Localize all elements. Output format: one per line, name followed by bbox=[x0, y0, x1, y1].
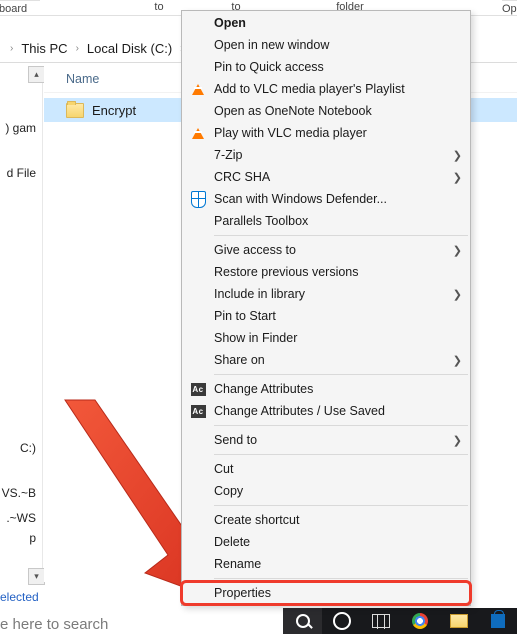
menu-item-parallels-toolbox[interactable]: Parallels Toolbox bbox=[182, 210, 470, 232]
menu-separator bbox=[214, 235, 468, 236]
vlc-icon bbox=[190, 125, 206, 141]
menu-item-windows-defender[interactable]: Scan with Windows Defender... bbox=[182, 188, 470, 210]
breadcrumb-item-thispc[interactable]: This PC bbox=[17, 39, 71, 58]
chevron-right-icon: ❯ bbox=[453, 149, 462, 162]
tree-item[interactable]: .~WS bbox=[6, 511, 36, 525]
microsoft-store-icon bbox=[491, 614, 505, 628]
menu-item-crc-sha[interactable]: CRC SHA ❯ bbox=[182, 166, 470, 188]
tree-item[interactable]: ) gam bbox=[5, 121, 36, 135]
status-bar: elected bbox=[0, 590, 39, 604]
tree-item[interactable]: p bbox=[29, 531, 36, 545]
taskbar bbox=[283, 608, 517, 634]
breadcrumb-item-drive-c[interactable]: Local Disk (C:) bbox=[83, 39, 176, 58]
menu-item-restore-previous-versions[interactable]: Restore previous versions bbox=[182, 261, 470, 283]
navigation-tree[interactable]: ▴ ) gam d File C:) VS.~B .~WS p ▾ bbox=[0, 66, 43, 576]
menu-item-vlc-add-playlist[interactable]: Add to VLC media player's Playlist bbox=[182, 78, 470, 100]
menu-item-share-on[interactable]: Share on ❯ bbox=[182, 349, 470, 371]
cortana-icon bbox=[333, 612, 351, 630]
menu-item-give-access-to[interactable]: Give access to ❯ bbox=[182, 239, 470, 261]
taskbar-app-explorer[interactable] bbox=[439, 608, 478, 634]
taskview-icon bbox=[372, 614, 390, 628]
menu-item-vlc-play[interactable]: Play with VLC media player bbox=[182, 122, 470, 144]
menu-item-7zip[interactable]: 7-Zip ❯ bbox=[182, 144, 470, 166]
menu-item-open-new-window[interactable]: Open in new window bbox=[182, 34, 470, 56]
folder-icon bbox=[66, 103, 84, 118]
menu-item-change-attributes-saved[interactable]: Ac Change Attributes / Use Saved bbox=[182, 400, 470, 422]
context-menu: Open Open in new window Pin to Quick acc… bbox=[181, 10, 471, 606]
chevron-right-icon: ❯ bbox=[453, 171, 462, 184]
taskbar-taskview[interactable] bbox=[361, 608, 400, 634]
chevron-right-icon: ❯ bbox=[453, 354, 462, 367]
chevron-right-icon[interactable]: › bbox=[72, 43, 83, 54]
taskbar-search-placeholder[interactable]: e here to search bbox=[0, 616, 108, 633]
ribbon-group-moveto: to bbox=[148, 0, 170, 13]
menu-item-label: 7-Zip bbox=[214, 148, 242, 162]
tree-item[interactable]: C:) bbox=[20, 441, 36, 455]
change-attributes-icon: Ac bbox=[190, 403, 206, 419]
chevron-right-icon[interactable]: › bbox=[6, 43, 17, 54]
menu-item-label: Share on bbox=[214, 353, 265, 367]
menu-item-label: Add to VLC media player's Playlist bbox=[214, 82, 405, 96]
taskbar-app-store[interactable] bbox=[478, 608, 517, 634]
menu-item-pin-to-start[interactable]: Pin to Start bbox=[182, 305, 470, 327]
menu-item-label: Give access to bbox=[214, 243, 296, 257]
chevron-right-icon: ❯ bbox=[453, 434, 462, 447]
menu-item-label: Scan with Windows Defender... bbox=[214, 192, 387, 206]
menu-separator bbox=[214, 374, 468, 375]
menu-item-label: Include in library bbox=[214, 287, 305, 301]
menu-separator bbox=[214, 425, 468, 426]
taskbar-search-button[interactable] bbox=[283, 608, 322, 634]
menu-item-label: Play with VLC media player bbox=[214, 126, 367, 140]
taskbar-app-chrome[interactable] bbox=[400, 608, 439, 634]
menu-item-change-attributes[interactable]: Ac Change Attributes bbox=[182, 378, 470, 400]
tree-item[interactable]: VS.~B bbox=[2, 486, 36, 500]
scroll-down-button[interactable]: ▾ bbox=[28, 568, 45, 585]
file-explorer-icon bbox=[450, 614, 468, 628]
search-icon bbox=[296, 614, 310, 628]
menu-item-create-shortcut[interactable]: Create shortcut bbox=[182, 509, 470, 531]
file-row-name: Encrypt bbox=[92, 103, 136, 118]
menu-item-delete[interactable]: Delete bbox=[182, 531, 470, 553]
change-attributes-icon: Ac bbox=[190, 381, 206, 397]
menu-item-pin-quick-access[interactable]: Pin to Quick access bbox=[182, 56, 470, 78]
ribbon-group-open: Op bbox=[502, 0, 517, 15]
menu-item-label: CRC SHA bbox=[214, 170, 270, 184]
tree-item[interactable]: d File bbox=[7, 166, 36, 180]
menu-item-onenote-notebook[interactable]: Open as OneNote Notebook bbox=[182, 100, 470, 122]
chrome-icon bbox=[412, 613, 428, 629]
menu-item-properties[interactable]: Properties bbox=[182, 582, 470, 604]
shield-icon bbox=[190, 191, 206, 207]
menu-item-cut[interactable]: Cut bbox=[182, 458, 470, 480]
chevron-right-icon: ❯ bbox=[453, 288, 462, 301]
menu-item-open[interactable]: Open bbox=[182, 12, 470, 34]
menu-separator bbox=[214, 454, 468, 455]
menu-item-include-in-library[interactable]: Include in library ❯ bbox=[182, 283, 470, 305]
menu-separator bbox=[214, 505, 468, 506]
menu-item-rename[interactable]: Rename bbox=[182, 553, 470, 575]
menu-item-show-in-finder[interactable]: Show in Finder bbox=[182, 327, 470, 349]
scroll-up-button[interactable]: ▴ bbox=[28, 66, 45, 83]
menu-item-label: Change Attributes / Use Saved bbox=[214, 404, 385, 418]
ribbon-group-clipboard: pboard bbox=[0, 0, 40, 15]
chevron-right-icon: ❯ bbox=[453, 244, 462, 257]
menu-item-label: Send to bbox=[214, 433, 257, 447]
menu-separator bbox=[214, 578, 468, 579]
menu-item-copy[interactable]: Copy bbox=[182, 480, 470, 502]
menu-item-label: Change Attributes bbox=[214, 382, 313, 396]
taskbar-cortana[interactable] bbox=[322, 608, 361, 634]
vlc-icon bbox=[190, 81, 206, 97]
menu-item-send-to[interactable]: Send to ❯ bbox=[182, 429, 470, 451]
